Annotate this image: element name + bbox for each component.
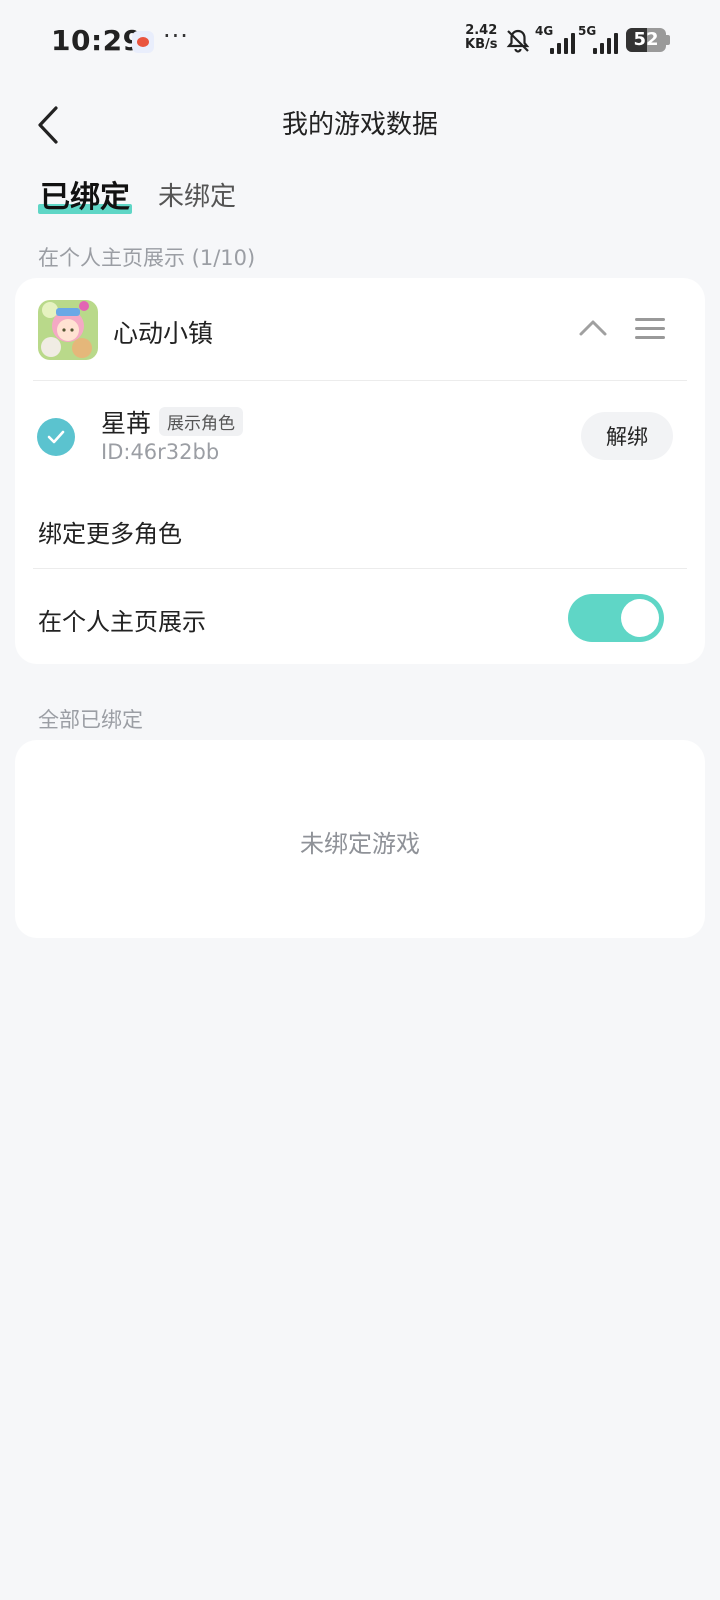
more-notifications-icon: ··· [163,22,189,50]
bound-game-card: 心动小镇 星苒 展示角色 ID:46r32bb 解绑 绑定更多角色 在个人主页展… [15,278,705,664]
role-name: 星苒 [101,409,152,438]
status-time: 10:29 [51,24,143,57]
tab-bound[interactable]: 已绑定 [38,172,132,216]
page-title: 我的游戏数据 [281,110,438,140]
role-badge: 展示角色 [159,407,243,436]
network-speed-unit: KB/s [465,37,498,52]
chevron-up-icon[interactable] [578,316,608,338]
role-id: ID:46r32bb [101,440,220,464]
network-speed-value: 2.42 [465,23,498,38]
all-bound-section-label: 全部已绑定 [38,708,143,732]
app-notification-icon [132,31,154,53]
profile-section-label: 在个人主页展示 (1/10) [38,246,256,270]
empty-state-text: 未绑定游戏 [300,830,420,858]
network-speed: 2.42 KB/s [465,24,497,52]
all-bound-card: 未绑定游戏 [15,740,705,938]
battery-tip [666,35,670,45]
divider [33,380,687,381]
cellular-signal-5g-icon: 5G [578,24,618,56]
status-bar: 10:29 ··· 2.42 KB/s 4G 5G 52 [0,0,720,84]
unbind-button[interactable]: 解绑 [581,412,673,460]
checkmark-icon[interactable] [37,418,75,456]
drag-handle-icon[interactable] [635,318,665,340]
tab-bound-label: 已绑定 [40,180,130,215]
battery-icon: 52 [626,28,666,52]
show-on-profile-toggle[interactable] [568,594,664,642]
bell-muted-icon [506,29,530,53]
tab-unbound[interactable]: 未绑定 [158,176,236,213]
divider [33,568,687,569]
battery-level: 52 [633,29,659,50]
cellular-signal-4g-icon: 4G [535,24,575,56]
bind-more-roles-link[interactable]: 绑定更多角色 [38,514,182,549]
game-app-icon[interactable] [38,300,98,360]
show-on-profile-label: 在个人主页展示 [38,608,206,636]
game-name: 心动小镇 [113,319,214,348]
